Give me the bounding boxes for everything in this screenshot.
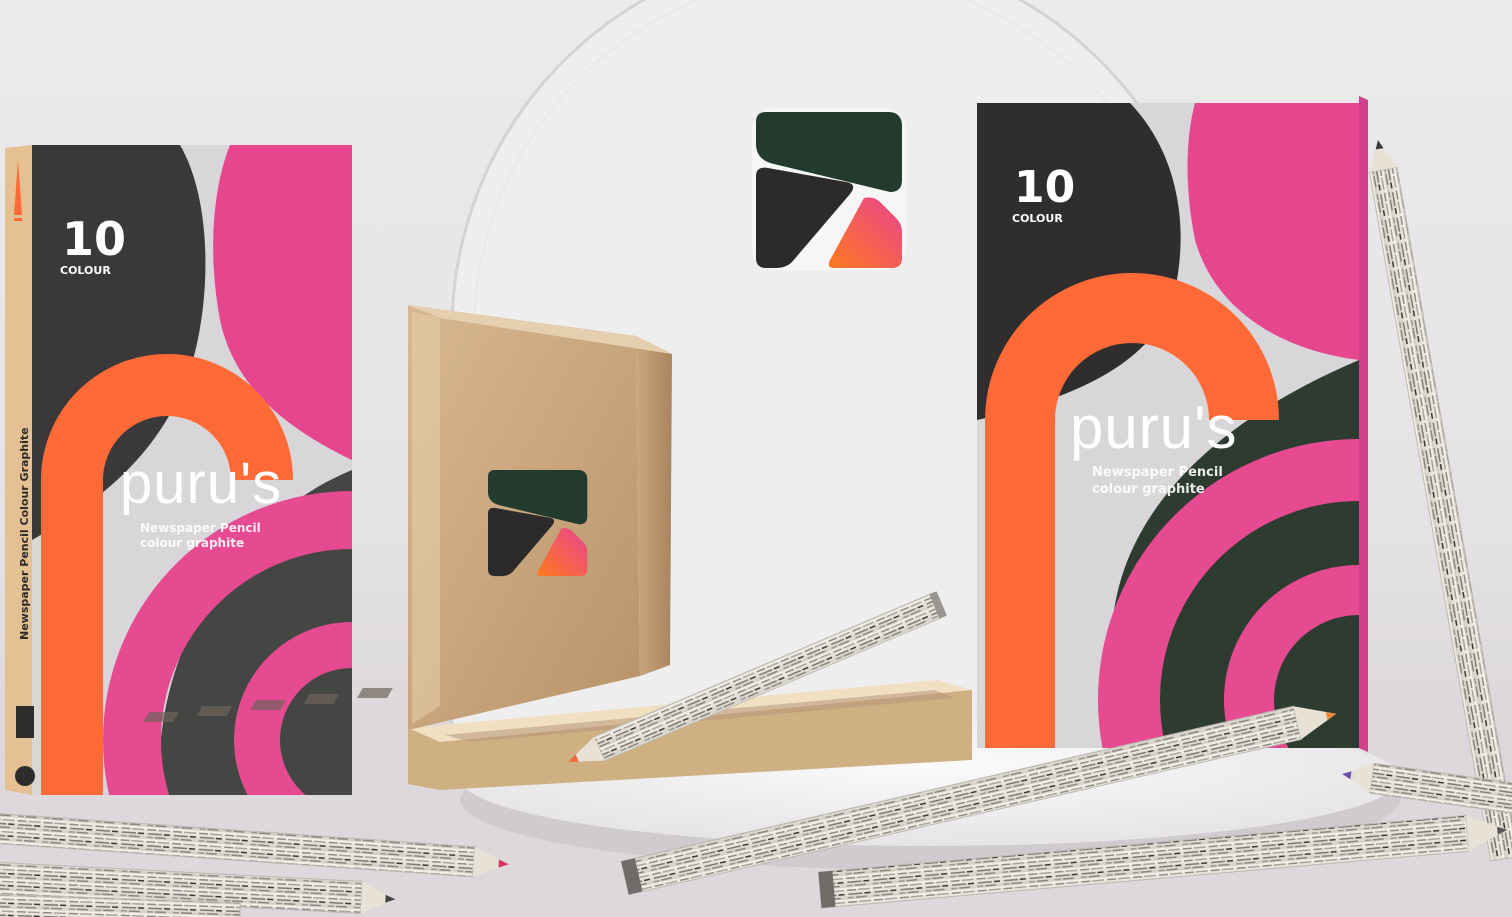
brand-logo-icon [752,108,906,270]
right-box-count: 10 [1014,162,1076,213]
right-box-tagline-2: colour graphite [1092,482,1205,497]
left-box-brand: puru's [120,451,283,516]
left-box-tagline-2: colour graphite [140,536,245,550]
left-box-tagline-1: Newspaper Pencil [140,521,261,535]
left-box-count: 10 [62,212,127,266]
product-scene: 10 COLOUR puru's Newspaper Pencil colour… [0,0,1512,917]
left-box-spine-text: Newspaper Pencil Colour Graphite [18,427,31,640]
right-box-brand: puru's [1070,394,1238,461]
right-box-count-label: COLOUR [1012,212,1063,225]
right-box-tagline-1: Newspaper Pencil [1092,465,1223,480]
left-box-count-label: COLOUR [60,264,111,277]
